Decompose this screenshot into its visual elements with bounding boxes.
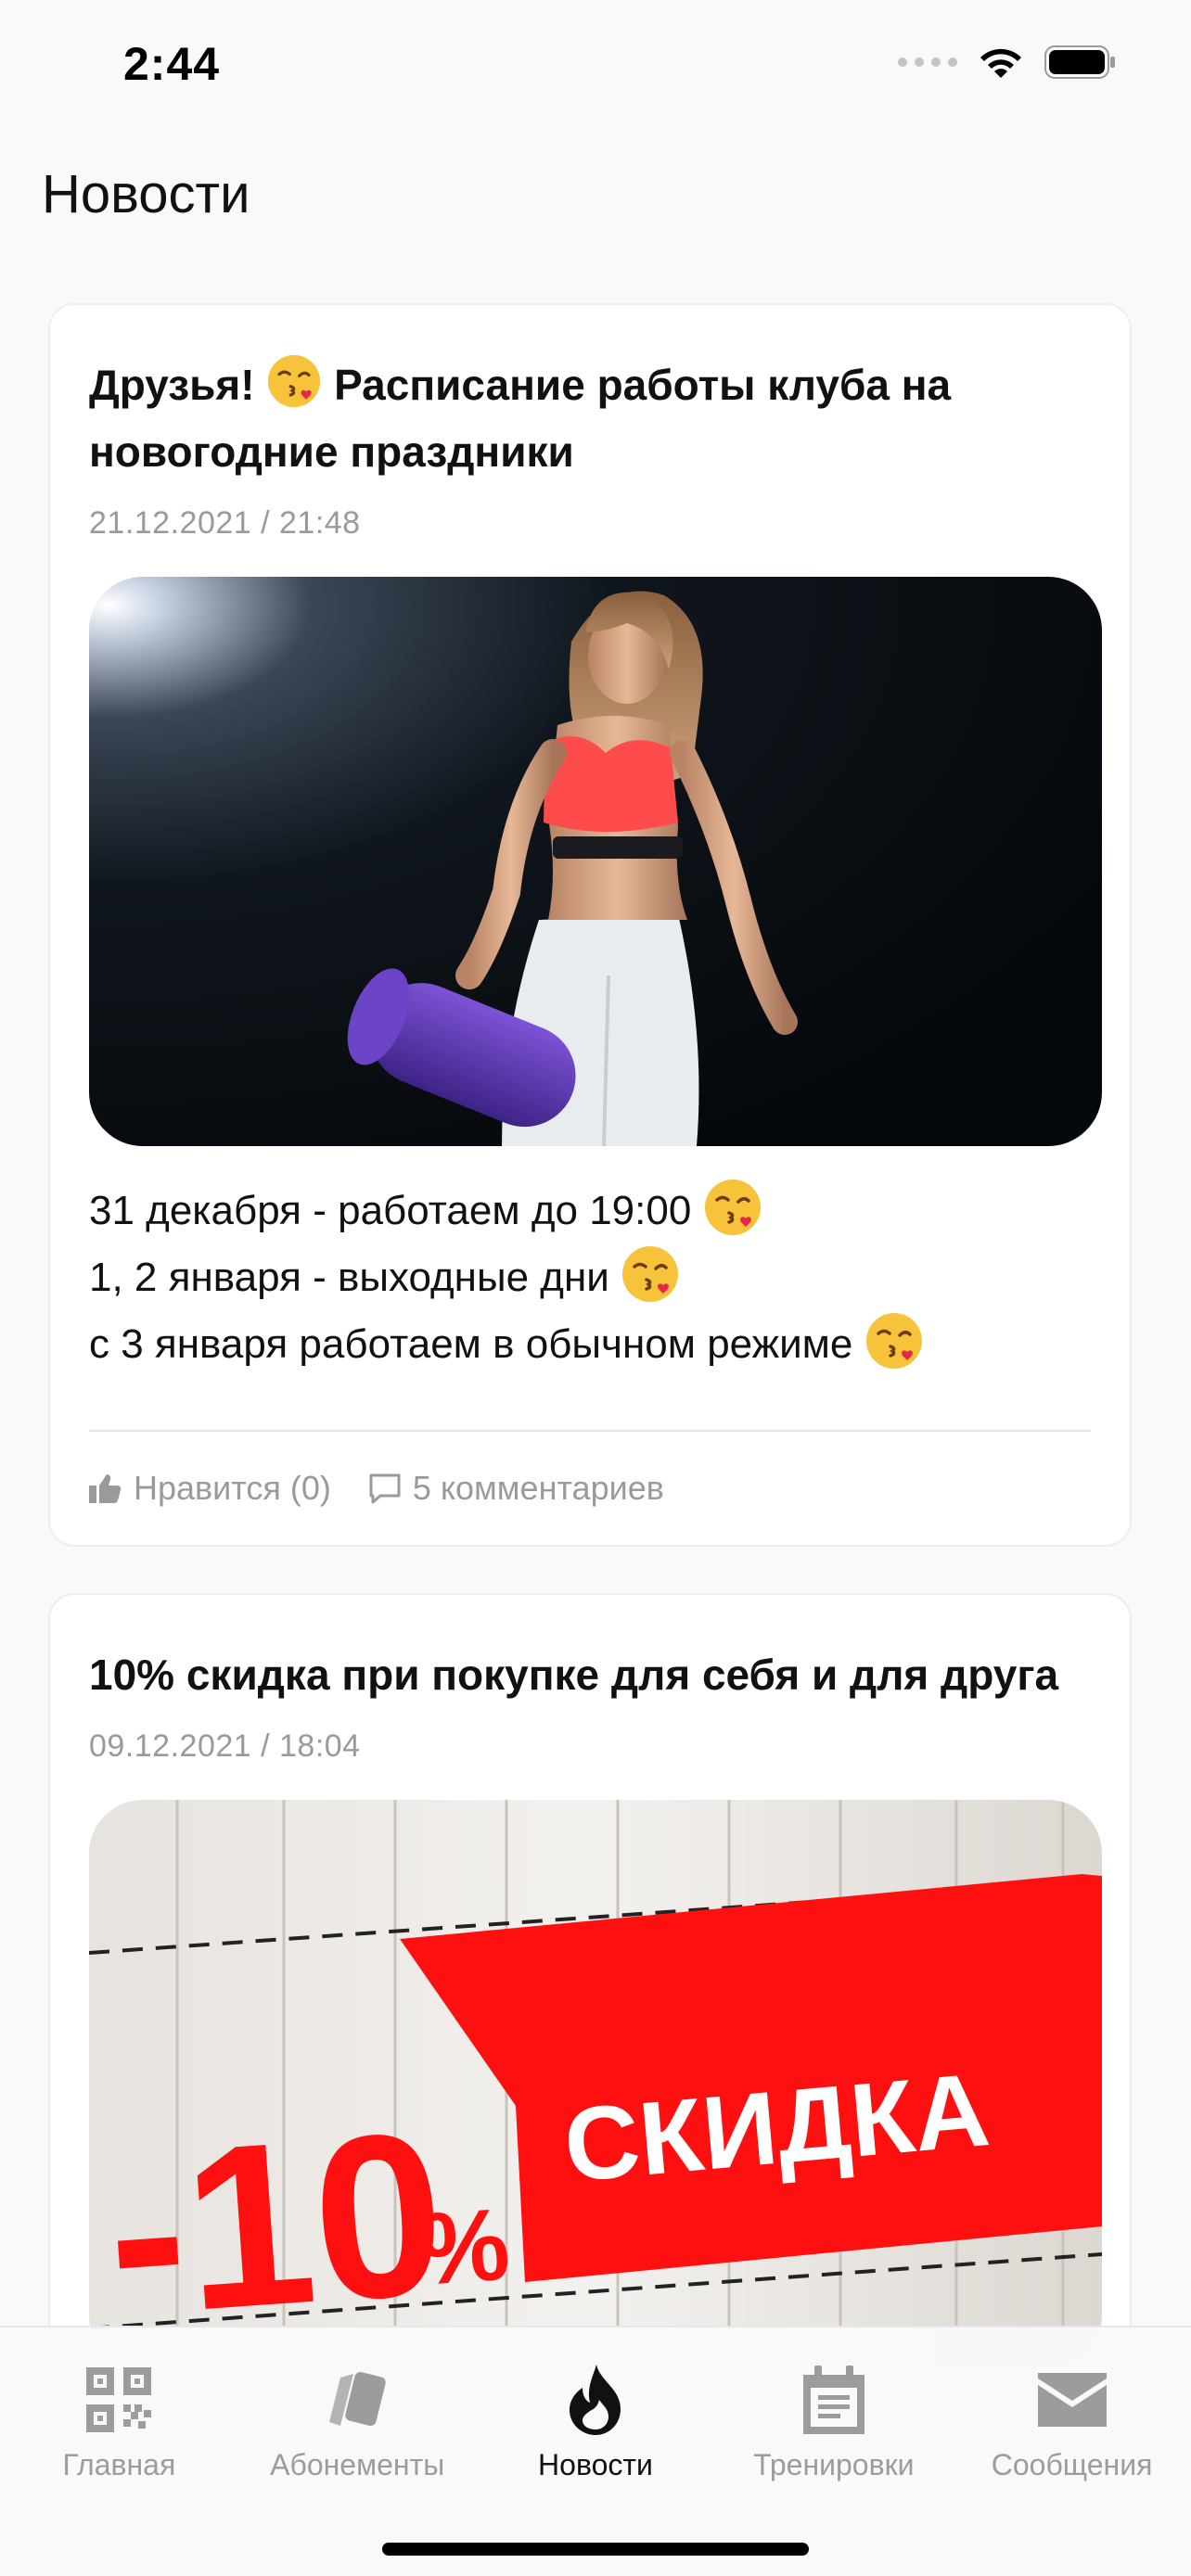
news-card-title-part: Друзья! <box>89 361 255 409</box>
page-title: Новости <box>42 164 250 224</box>
news-card-body: 31 декабря - работаем до 19:00 1, 2 янва… <box>89 1178 1091 1378</box>
svg-text:-10: -10 <box>99 2083 452 2365</box>
tab-home[interactable]: Главная <box>7 2365 230 2576</box>
qr-code-icon <box>83 2365 154 2435</box>
calendar-icon <box>799 2365 869 2435</box>
news-body-line: 1, 2 января - выходные дни <box>89 1244 1091 1311</box>
news-card-title[interactable]: 10% скидка при покупке для себя и для др… <box>89 1641 1091 1708</box>
tab-messages[interactable]: Сообщения <box>961 2365 1184 2576</box>
kiss-emoji-icon <box>622 1246 679 1302</box>
news-card-date: 21.12.2021 / 21:48 <box>89 505 361 541</box>
cellular-signal-icon <box>898 57 957 67</box>
kiss-emoji-icon <box>865 1313 922 1369</box>
tab-label: Сообщения <box>991 2448 1153 2481</box>
like-button[interactable]: Нравится (0) <box>89 1469 331 1508</box>
status-time: 2:44 <box>123 38 221 90</box>
thumbs-up-icon <box>89 1474 122 1503</box>
comments-button[interactable]: 5 комментариев <box>368 1469 664 1508</box>
tab-bar: Главная Абонементы Новости Тренировки Со… <box>0 2326 1191 2576</box>
kiss-emoji-icon <box>268 354 321 408</box>
tab-label: Абонементы <box>270 2448 445 2481</box>
tab-label: Тренировки <box>753 2448 915 2481</box>
news-body-line: с 3 января работаем в обычном режиме <box>89 1311 1091 1378</box>
discount-banner[interactable]: -10 % СКИДКА <box>89 1800 1102 2369</box>
svg-text:%: % <box>415 2187 513 2307</box>
news-feed[interactable]: Друзья! Расписание работы клуба на новог… <box>48 303 1132 2576</box>
news-screen: 2:44 Новости Друзья! Расписание работы к… <box>0 0 1191 2576</box>
flame-icon <box>560 2365 631 2435</box>
comments-count-label: 5 комментариев <box>412 1469 664 1507</box>
home-indicator <box>382 2543 809 2556</box>
news-card[interactable]: Друзья! Расписание работы клуба на новог… <box>48 303 1132 1547</box>
envelope-icon <box>1037 2365 1108 2435</box>
tab-label: Новости <box>538 2448 653 2481</box>
cards-icon <box>322 2365 392 2435</box>
news-card-title[interactable]: Друзья! Расписание работы клуба на новог… <box>89 351 1091 485</box>
tab-label: Главная <box>62 2448 176 2481</box>
battery-icon <box>1044 45 1117 80</box>
comment-icon <box>369 1473 401 1504</box>
card-actions: Нравится (0) 5 комментариев <box>89 1432 1091 1545</box>
likes-count-label: Нравится (0) <box>134 1469 331 1507</box>
wifi-icon <box>978 45 1024 80</box>
status-icons <box>898 45 1117 80</box>
news-card-date: 09.12.2021 / 18:04 <box>89 1728 361 1764</box>
fitness-woman-photo[interactable] <box>89 577 1102 1146</box>
kiss-emoji-icon <box>704 1180 761 1235</box>
status-bar: 2:44 <box>0 0 1191 130</box>
news-body-line: 31 декабря - работаем до 19:00 <box>89 1178 1091 1244</box>
